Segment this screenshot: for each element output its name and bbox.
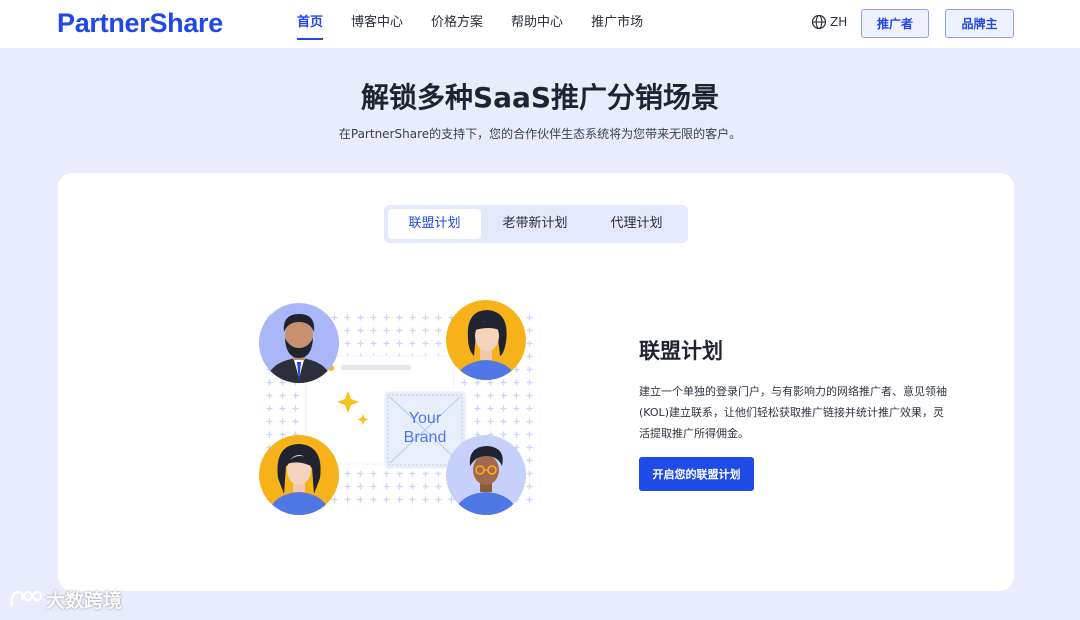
svg-text:Your: Your [409,410,442,427]
language-label: ZH [830,15,848,29]
nav-market[interactable]: 推广市场 [591,0,643,48]
tab-referral-plan[interactable]: 老带新计划 [481,209,589,239]
nav-home[interactable]: 首页 [297,0,324,48]
watermark-text: 大数跨境 [46,590,123,612]
hero-subtitle: 在PartnerShare的支持下，您的合作伙伴生态系统将为您带来无限的客户。 [338,127,742,141]
plan-description: 建立一个单独的登录门户，与有影响力的网络推广者、意见领袖(KOL)建立联系，让他… [639,385,947,440]
affiliate-illustration: Your Brand [259,300,540,515]
tab-affiliate-plan[interactable]: 联盟计划 [388,209,481,239]
globe-icon [811,14,827,30]
start-affiliate-plan-button[interactable]: 开启您的联盟计划 [639,457,754,491]
scenario-card: 联盟计划 老带新计划 代理计划 Your Brand 联盟计划 建立一个单独的登… [58,173,1014,591]
partnershare-logo[interactable]: PartnerShare [57,8,223,39]
brand-owner-button[interactable]: 品牌主 [945,9,1014,38]
hero-title: 解锁多种SaaS推广分销场景 [360,81,720,114]
watermark-logo-icon [10,590,42,606]
nav-help[interactable]: 帮助中心 [511,0,563,48]
top-navbar: PartnerShare 首页 博客中心 价格方案 帮助中心 推广市场 ZH 推… [0,0,1080,48]
scenario-tabs: 联盟计划 老带新计划 代理计划 [384,205,688,243]
language-switcher[interactable]: ZH [811,14,847,30]
svg-text:Brand: Brand [404,429,447,446]
plan-title: 联盟计划 [639,339,723,363]
watermark: 大数跨境 [8,586,122,613]
nav-blog[interactable]: 博客中心 [351,0,403,48]
main-nav: 首页 博客中心 价格方案 帮助中心 推广市场 [297,0,671,48]
nav-pricing[interactable]: 价格方案 [431,0,483,48]
tab-agent-plan[interactable]: 代理计划 [589,209,684,239]
promoter-button[interactable]: 推广者 [861,9,929,38]
